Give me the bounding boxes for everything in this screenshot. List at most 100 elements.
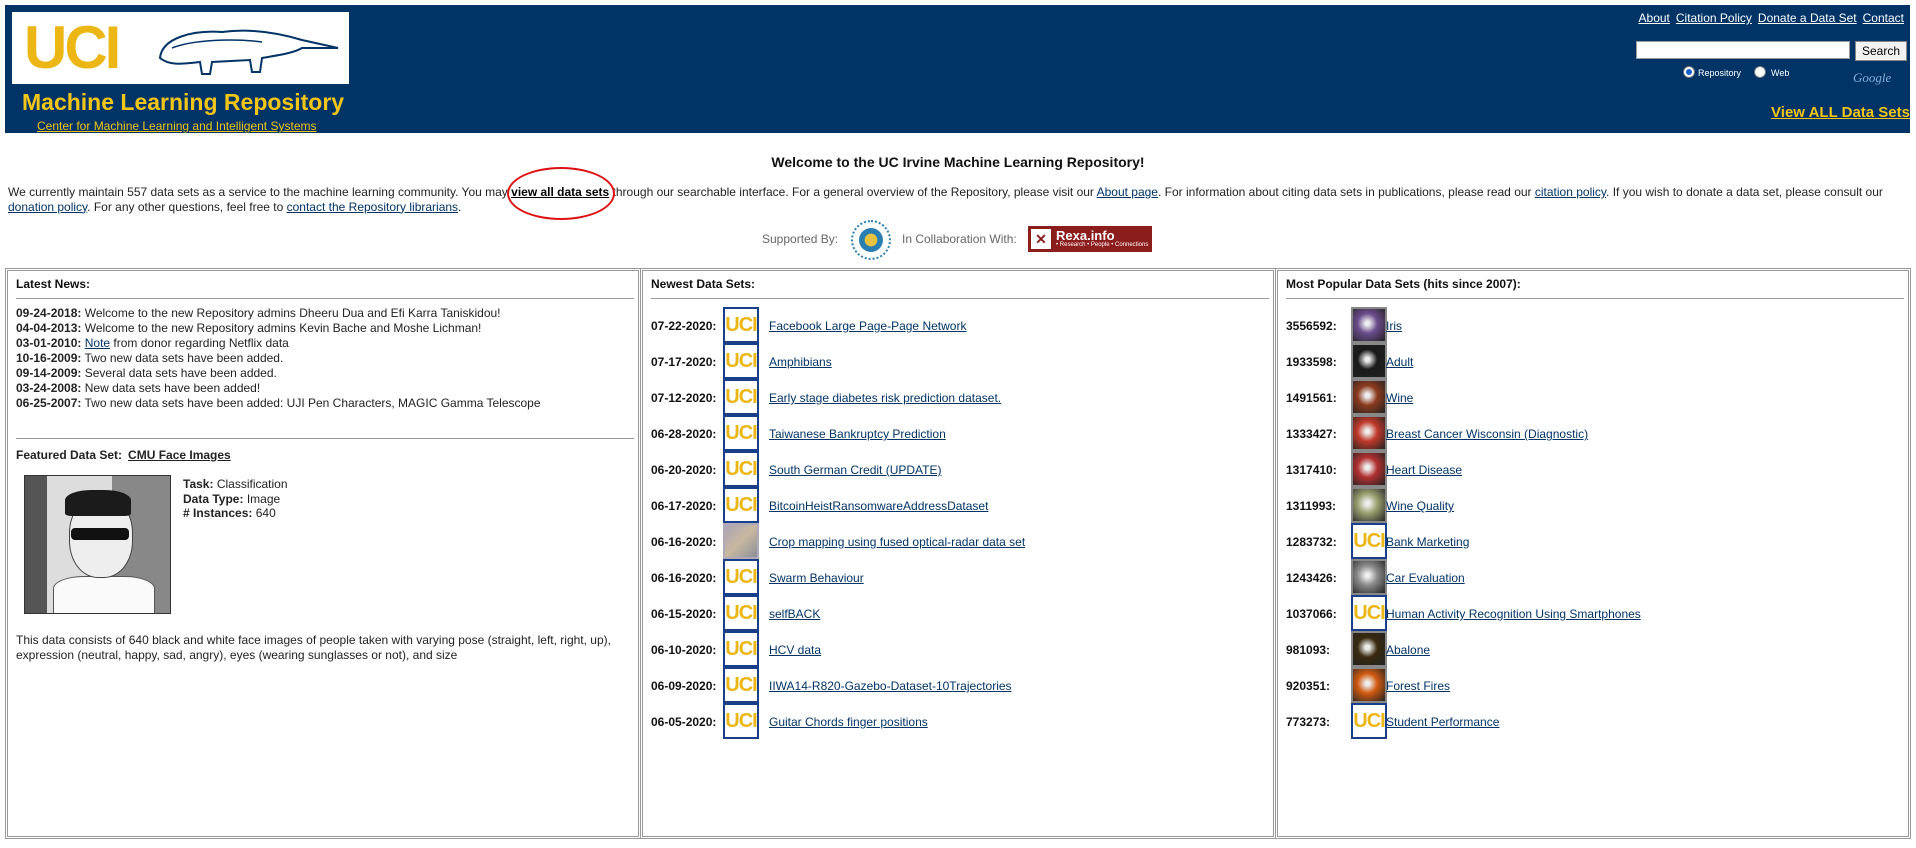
dataset-thumbnail[interactable] bbox=[1351, 487, 1387, 523]
dataset-thumbnail[interactable]: UCI bbox=[723, 487, 759, 523]
dataset-thumbnail[interactable] bbox=[1351, 415, 1387, 451]
dataset-thumbnail[interactable]: UCI bbox=[723, 379, 759, 415]
hit-count: 920351: bbox=[1286, 679, 1331, 693]
featured-dataset-link[interactable]: CMU Face Images bbox=[128, 448, 231, 462]
top-nav: About Citation Policy Donate a Data Set Con… bbox=[1633, 11, 1904, 25]
news-list: 09-24-2018: Welcome to the new Repositor… bbox=[16, 306, 541, 411]
news-note-link[interactable]: Note bbox=[85, 336, 110, 350]
dataset-link[interactable]: Taiwanese Bankruptcy Prediction bbox=[769, 427, 946, 441]
dataset-thumbnail[interactable] bbox=[1351, 343, 1387, 379]
dataset-thumbnail[interactable] bbox=[723, 523, 759, 559]
dataset-link[interactable]: Wine Quality bbox=[1386, 499, 1454, 513]
rexa-logo[interactable]: ✕ Rexa.info • Research • People • Connec… bbox=[1028, 226, 1152, 252]
dataset-link[interactable]: Wine bbox=[1386, 391, 1413, 405]
dataset-thumbnail[interactable] bbox=[1351, 559, 1387, 595]
popular-title: Most Popular Data Sets (hits since 2007)… bbox=[1286, 277, 1521, 291]
contact-link[interactable]: Contact bbox=[1863, 11, 1904, 25]
dataset-thumbnail[interactable] bbox=[1351, 379, 1387, 415]
radio-web-label: Web bbox=[1771, 68, 1790, 78]
dataset-link[interactable]: Abalone bbox=[1386, 643, 1430, 657]
nsf-logo[interactable] bbox=[851, 220, 891, 260]
donate-link[interactable]: Donate a Data Set bbox=[1758, 11, 1857, 25]
dataset-date: 06-15-2020: bbox=[651, 607, 717, 621]
news-item: 04-04-2013: Welcome to the new Repositor… bbox=[16, 321, 541, 336]
featured-info: Task: Classification Data Type: Image # … bbox=[183, 477, 288, 521]
dataset-link[interactable]: Amphibians bbox=[769, 355, 832, 369]
dataset-link[interactable]: Early stage diabetes risk prediction dat… bbox=[769, 391, 1001, 405]
search-input[interactable] bbox=[1636, 41, 1850, 59]
dataset-thumbnail[interactable]: UCI bbox=[1351, 523, 1387, 559]
dataset-thumbnail[interactable]: UCI bbox=[723, 343, 759, 379]
red-circle-annotation bbox=[507, 167, 615, 220]
view-all-datasets-link[interactable]: View ALL Data Sets bbox=[1771, 104, 1910, 121]
dataset-thumbnail[interactable]: UCI bbox=[723, 307, 759, 343]
hit-count: 1283732: bbox=[1286, 535, 1337, 549]
featured-label: Featured Data Set: bbox=[16, 448, 123, 462]
dataset-thumbnail[interactable] bbox=[1351, 451, 1387, 487]
dataset-link[interactable]: Facebook Large Page-Page Network bbox=[769, 319, 966, 333]
dataset-link[interactable]: Car Evaluation bbox=[1386, 571, 1465, 585]
news-text: from donor regarding Netflix data bbox=[110, 336, 289, 350]
collaboration-label: In Collaboration With: bbox=[902, 232, 1017, 246]
citation-policy-inline-link[interactable]: citation policy bbox=[1535, 185, 1606, 199]
dataset-link[interactable]: Adult bbox=[1386, 355, 1413, 369]
dataset-thumbnail[interactable]: UCI bbox=[723, 559, 759, 595]
dataset-link[interactable]: IIWA14-R820-Gazebo-Dataset-10Trajectorie… bbox=[769, 679, 1012, 693]
dataset-thumbnail[interactable]: UCI bbox=[1351, 595, 1387, 631]
dataset-link[interactable]: Iris bbox=[1386, 319, 1402, 333]
news-date: 10-16-2009: bbox=[16, 351, 82, 365]
dataset-date: 06-09-2020: bbox=[651, 679, 717, 693]
dataset-thumbnail[interactable]: UCI bbox=[723, 703, 759, 739]
dataset-link[interactable]: Forest Fires bbox=[1386, 679, 1450, 693]
about-link[interactable]: About bbox=[1639, 11, 1670, 25]
news-date: 04-04-2013: bbox=[16, 321, 82, 335]
dataset-thumbnail[interactable] bbox=[1351, 631, 1387, 667]
intro-text: through our searchable interface. For a … bbox=[609, 185, 1097, 199]
news-text: Welcome to the new Repository admins Dhe… bbox=[81, 306, 501, 320]
dataset-link[interactable]: Guitar Chords finger positions bbox=[769, 715, 928, 729]
radio-web[interactable] bbox=[1754, 66, 1766, 78]
site-subtitle-link[interactable]: Center for Machine Learning and Intellig… bbox=[37, 119, 317, 133]
dataset-thumbnail[interactable]: UCI bbox=[723, 415, 759, 451]
featured-heading: Featured Data Set: CMU Face Images bbox=[16, 448, 231, 462]
dataset-link[interactable]: Heart Disease bbox=[1386, 463, 1462, 477]
news-date: 03-01-2010: bbox=[16, 336, 82, 350]
dataset-link[interactable]: South German Credit (UPDATE) bbox=[769, 463, 942, 477]
dataset-thumbnail[interactable] bbox=[1351, 667, 1387, 703]
dataset-link[interactable]: HCV data bbox=[769, 643, 821, 657]
hit-count: 1311993: bbox=[1286, 499, 1337, 513]
dataset-thumbnail[interactable]: UCI bbox=[1351, 703, 1387, 739]
dataset-thumbnail[interactable] bbox=[1351, 307, 1387, 343]
contact-librarians-link[interactable]: contact the Repository librarians bbox=[287, 200, 458, 214]
rexa-icon: ✕ bbox=[1031, 229, 1051, 249]
logo-text: UCI bbox=[24, 14, 121, 81]
intro-text: . For any other questions, feel free to bbox=[87, 199, 287, 214]
donation-policy-link[interactable]: donation policy bbox=[8, 200, 87, 214]
dataset-thumbnail[interactable]: UCI bbox=[723, 595, 759, 631]
dataset-link[interactable]: selfBACK bbox=[769, 607, 820, 621]
dataset-link[interactable]: Breast Cancer Wisconsin (Diagnostic) bbox=[1386, 427, 1588, 441]
radio-repository[interactable] bbox=[1683, 66, 1695, 78]
dataset-date: 06-16-2020: bbox=[651, 571, 717, 585]
uci-logo[interactable]: UCI bbox=[12, 12, 349, 84]
about-page-link[interactable]: About page bbox=[1097, 185, 1158, 199]
task-label: Task: bbox=[183, 477, 214, 491]
dataset-link[interactable]: Bank Marketing bbox=[1386, 535, 1469, 549]
dataset-link[interactable]: Human Activity Recognition Using Smartph… bbox=[1386, 607, 1641, 621]
divider bbox=[1286, 298, 1904, 299]
dataset-link[interactable]: BitcoinHeistRansomwareAddressDataset bbox=[769, 499, 988, 513]
featured-face-image[interactable] bbox=[24, 475, 171, 614]
dataset-thumbnail[interactable]: UCI bbox=[723, 631, 759, 667]
shirt-shape bbox=[53, 576, 155, 613]
news-text: Two new data sets have been added. bbox=[81, 351, 284, 365]
dataset-link[interactable]: Student Performance bbox=[1386, 715, 1499, 729]
citation-policy-link[interactable]: Citation Policy bbox=[1676, 11, 1752, 25]
dataset-link[interactable]: Crop mapping using fused optical-radar d… bbox=[769, 535, 1025, 549]
rexa-title: Rexa.info bbox=[1056, 228, 1115, 243]
news-text: New data sets have been added! bbox=[81, 381, 261, 395]
dataset-thumbnail[interactable]: UCI bbox=[723, 451, 759, 487]
dataset-thumbnail[interactable]: UCI bbox=[723, 667, 759, 703]
search-button[interactable]: Search bbox=[1855, 41, 1907, 61]
type-label: Data Type: bbox=[183, 491, 244, 506]
dataset-link[interactable]: Swarm Behaviour bbox=[769, 571, 864, 585]
